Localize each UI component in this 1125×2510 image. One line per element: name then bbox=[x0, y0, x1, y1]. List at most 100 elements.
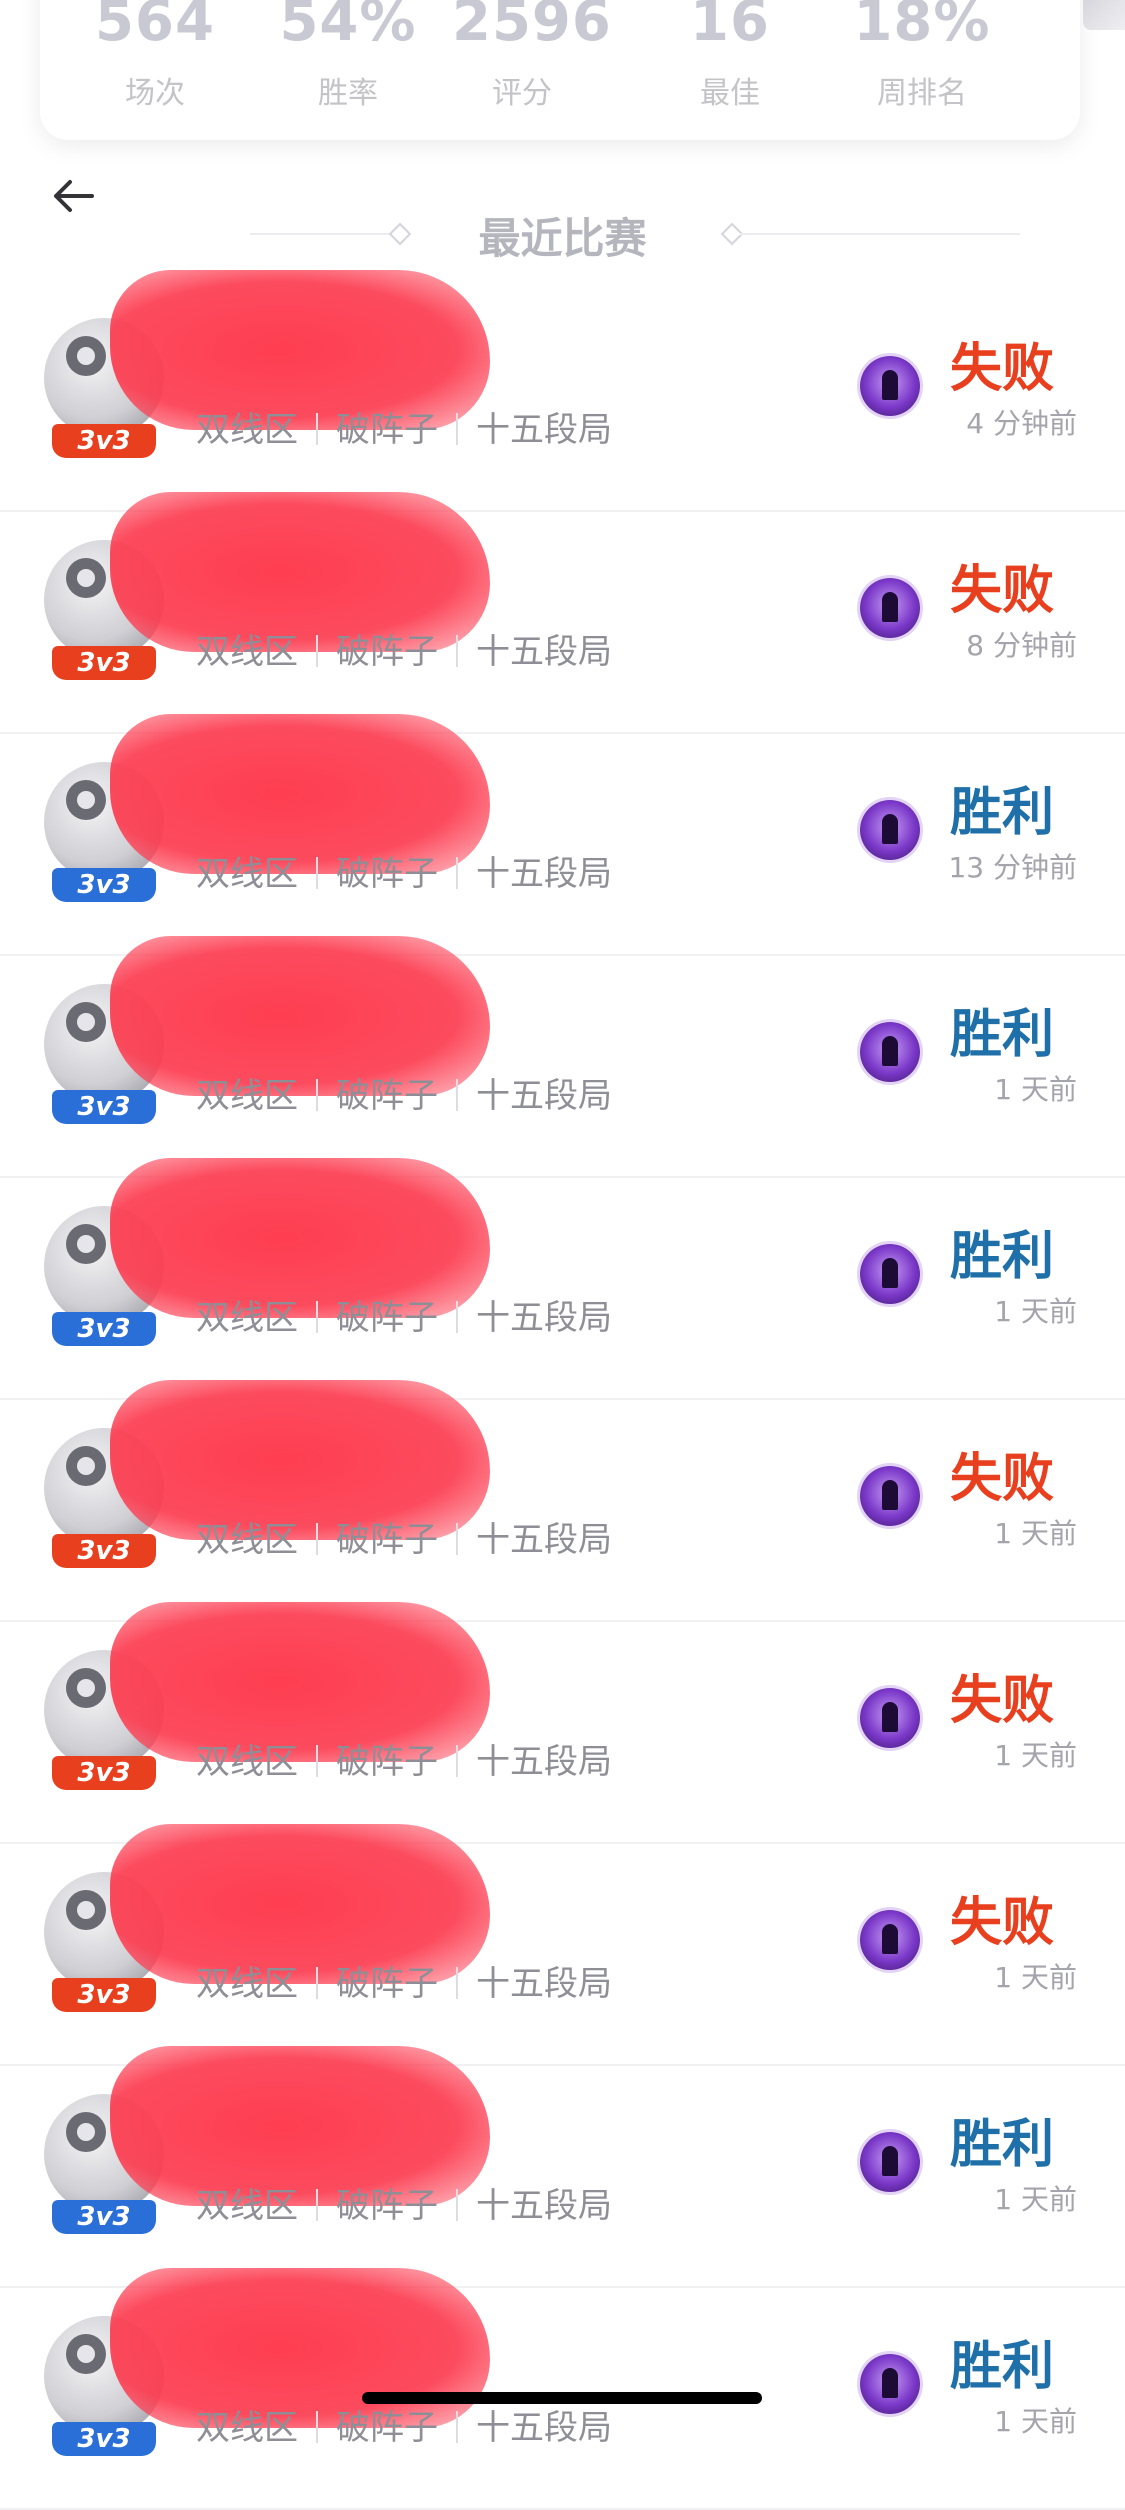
match-row[interactable]: 3v3 双线区 破阵子 十五段局 失败 8 分钟前 bbox=[0, 492, 1125, 734]
position-label: 破阵子 bbox=[336, 2408, 438, 2448]
rank-label: 十五段局 bbox=[476, 1076, 612, 1116]
match-time: 1 天前 bbox=[994, 1517, 1077, 1550]
stat-value: 2596 bbox=[452, 0, 612, 54]
stat-value: 18% bbox=[853, 0, 991, 54]
meta-divider bbox=[316, 1523, 318, 1555]
meta-divider bbox=[456, 413, 458, 445]
match-row[interactable]: 3v3 双线区 破阵子 十五段局 胜利 1 天前 bbox=[0, 2046, 1125, 2288]
stat-label: 评分 bbox=[492, 76, 552, 111]
meta-divider bbox=[456, 1079, 458, 1111]
position-label: 破阵子 bbox=[336, 410, 438, 450]
avatar-face-icon bbox=[66, 1890, 106, 1930]
match-time: 1 天前 bbox=[994, 1073, 1077, 1106]
home-indicator bbox=[362, 2392, 762, 2404]
meta-divider bbox=[456, 1745, 458, 1777]
rank-label: 十五段局 bbox=[476, 410, 612, 450]
rank-label: 十五段局 bbox=[476, 1964, 612, 2004]
match-meta: 双线区 破阵子 十五段局 bbox=[196, 1290, 612, 1338]
meta-divider bbox=[316, 2189, 318, 2221]
match-row[interactable]: 3v3 双线区 破阵子 十五段局 失败 4 分钟前 bbox=[0, 270, 1125, 512]
zone-label: 双线区 bbox=[196, 1742, 298, 1782]
mode-badge: 3v3 bbox=[52, 424, 156, 458]
rank-label: 十五段局 bbox=[476, 854, 612, 894]
match-row[interactable]: 3v3 双线区 破阵子 十五段局 胜利 1 天前 bbox=[0, 936, 1125, 1178]
match-time: 4 分钟前 bbox=[966, 407, 1077, 440]
meta-divider bbox=[456, 1967, 458, 1999]
result-label: 失败 bbox=[949, 1893, 1054, 1953]
zone-label: 双线区 bbox=[196, 2186, 298, 2226]
match-time: 13 分钟前 bbox=[948, 851, 1077, 884]
match-meta: 双线区 破阵子 十五段局 bbox=[196, 1512, 612, 1560]
position-label: 破阵子 bbox=[336, 1964, 438, 2004]
mode-badge: 3v3 bbox=[52, 2200, 156, 2234]
meta-divider bbox=[456, 2189, 458, 2221]
mode-badge: 3v3 bbox=[52, 646, 156, 680]
match-meta: 双线区 破阵子 十五段局 bbox=[196, 846, 612, 894]
meta-divider bbox=[316, 635, 318, 667]
stat-label: 周排名 bbox=[877, 76, 967, 111]
rank-label: 十五段局 bbox=[476, 2186, 612, 2226]
zone-label: 双线区 bbox=[196, 854, 298, 894]
stat-label: 最佳 bbox=[700, 76, 760, 111]
position-label: 破阵子 bbox=[336, 1298, 438, 1338]
rank-label: 十五段局 bbox=[476, 632, 612, 672]
result-label: 失败 bbox=[949, 1671, 1054, 1731]
result-label: 胜利 bbox=[949, 1227, 1054, 1287]
position-label: 破阵子 bbox=[336, 1520, 438, 1560]
zone-label: 双线区 bbox=[196, 1520, 298, 1560]
match-row[interactable]: 3v3 双线区 破阵子 十五段局 失败 1 天前 bbox=[0, 1602, 1125, 1844]
match-row[interactable]: 3v3 双线区 破阵子 十五段局 胜利 1 天前 bbox=[0, 1158, 1125, 1400]
position-label: 破阵子 bbox=[336, 1076, 438, 1116]
match-meta: 双线区 破阵子 十五段局 bbox=[196, 1956, 612, 2004]
rank-label: 十五段局 bbox=[476, 1742, 612, 1782]
avatar-face-icon bbox=[66, 1446, 106, 1486]
match-time: 1 天前 bbox=[994, 2183, 1077, 2216]
position-label: 破阵子 bbox=[336, 1742, 438, 1782]
avatar-face-icon bbox=[66, 2334, 106, 2374]
result-label: 胜利 bbox=[949, 783, 1054, 843]
rank-label: 十五段局 bbox=[476, 2408, 612, 2448]
mode-badge: 3v3 bbox=[52, 1534, 156, 1568]
match-time: 1 天前 bbox=[994, 1739, 1077, 1772]
mode-badge: 3v3 bbox=[52, 1756, 156, 1790]
avatar-face-icon bbox=[66, 1224, 106, 1264]
meta-divider bbox=[456, 1301, 458, 1333]
match-meta: 双线区 破阵子 十五段局 bbox=[196, 624, 612, 672]
result-label: 失败 bbox=[949, 561, 1054, 621]
avatar-face-icon bbox=[66, 1668, 106, 1708]
meta-divider bbox=[316, 1079, 318, 1111]
stat-value: 16 bbox=[690, 0, 770, 54]
rank-label: 十五段局 bbox=[476, 1520, 612, 1560]
avatar-face-icon bbox=[66, 558, 106, 598]
meta-divider bbox=[456, 2411, 458, 2443]
meta-divider bbox=[456, 857, 458, 889]
match-meta: 双线区 破阵子 十五段局 bbox=[196, 1068, 612, 1116]
zone-label: 双线区 bbox=[196, 632, 298, 672]
zone-label: 双线区 bbox=[196, 2408, 298, 2448]
match-row[interactable]: 3v3 双线区 破阵子 十五段局 失败 1 天前 bbox=[0, 1380, 1125, 1622]
match-meta: 双线区 破阵子 十五段局 bbox=[196, 402, 612, 450]
avatar-face-icon bbox=[66, 780, 106, 820]
mode-badge: 3v3 bbox=[52, 2422, 156, 2456]
rank-label: 十五段局 bbox=[476, 1298, 612, 1338]
zone-label: 双线区 bbox=[196, 1298, 298, 1338]
result-label: 失败 bbox=[949, 339, 1054, 399]
stats-card: 564 场次 54% 胜率 2596 评分 16 最佳 18% 周排名 bbox=[40, 0, 1080, 140]
match-time: 1 天前 bbox=[994, 2405, 1077, 2438]
zone-label: 双线区 bbox=[196, 410, 298, 450]
avatar-face-icon bbox=[66, 336, 106, 376]
match-row[interactable]: 3v3 双线区 破阵子 十五段局 失败 1 天前 bbox=[0, 1824, 1125, 2066]
match-time: 1 天前 bbox=[994, 1295, 1077, 1328]
match-row[interactable]: 3v3 双线区 破阵子 十五段局 胜利 13 分钟前 bbox=[0, 714, 1125, 956]
stat-value: 54% bbox=[279, 0, 417, 54]
result-label: 胜利 bbox=[949, 2115, 1054, 2175]
mode-badge: 3v3 bbox=[52, 868, 156, 902]
mode-badge: 3v3 bbox=[52, 1312, 156, 1346]
avatar-face-icon bbox=[66, 2112, 106, 2152]
position-label: 破阵子 bbox=[336, 2186, 438, 2226]
result-label: 失败 bbox=[949, 1449, 1054, 1509]
stat-label: 胜率 bbox=[318, 76, 378, 111]
meta-divider bbox=[316, 1745, 318, 1777]
meta-divider bbox=[316, 857, 318, 889]
match-time: 8 分钟前 bbox=[966, 629, 1077, 662]
